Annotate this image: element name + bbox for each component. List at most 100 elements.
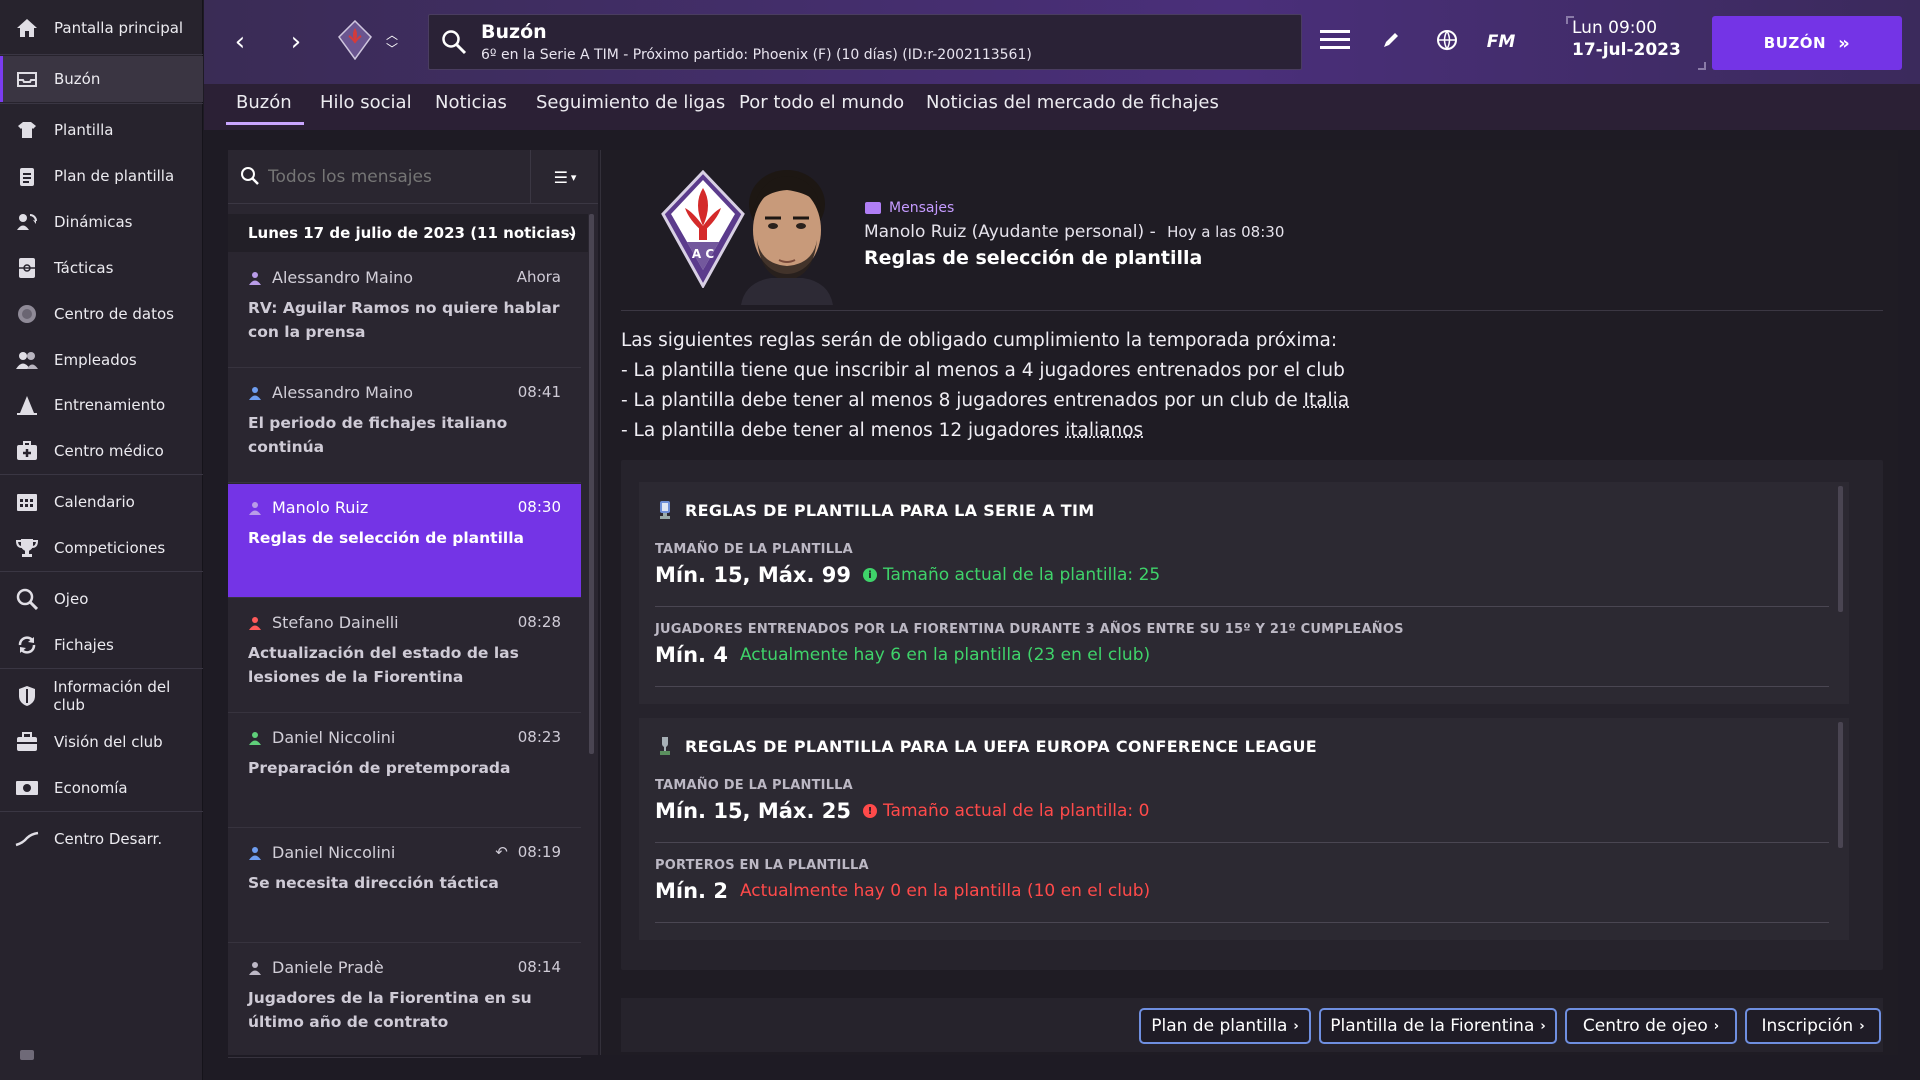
sidebar-item-training[interactable]: Entrenamiento	[0, 382, 203, 428]
nation-link-italy[interactable]: Italia	[1304, 390, 1350, 411]
squad-plan-button[interactable]: Plan de plantilla ›	[1139, 1008, 1311, 1044]
tab-inbox[interactable]: Buzón	[226, 92, 304, 130]
sidebar: Pantalla principal Buzón Plantilla Plan …	[0, 0, 203, 1080]
sidebar-item-home[interactable]: Pantalla principal	[0, 5, 203, 51]
message-list-item[interactable]: Alessandro Maino Ahora RV: Aguilar Ramos n…	[228, 254, 581, 368]
card-scrollbar[interactable]	[1838, 486, 1843, 612]
message-list-item[interactable]: Daniele Pradè 08:14 Jugadores de la Fioren…	[228, 944, 581, 1058]
time-text: 08:41	[517, 383, 561, 401]
message-list-item[interactable]: Daniel Niccolini ↶ 08:19 Se necesita direcc…	[228, 829, 581, 943]
message-list-item[interactable]: Manolo Ruiz 08:30 Reglas de selección de p…	[228, 484, 581, 598]
person-icon	[249, 731, 261, 745]
rule-value: Mín. 2 Actualmente hay 0 en la plantilla…	[655, 879, 1829, 903]
rule-label: PORTEROS EN LA PLANTILLA	[655, 858, 869, 873]
message-time: 08:28	[518, 613, 561, 631]
search-icon	[441, 29, 467, 55]
shirt-icon	[14, 119, 40, 141]
sidebar-item-club-info[interactable]: Información del club	[0, 673, 203, 719]
message-category[interactable]: Mensajes	[865, 200, 954, 216]
sidebar-item-finances[interactable]: Economía	[0, 765, 203, 811]
staff-icon	[14, 349, 40, 371]
rule-title-text: REGLAS DE PLANTILLA PARA LA SERIE A TIM	[685, 500, 1095, 520]
nationality-link-italian[interactable]: italianos	[1065, 420, 1143, 441]
day-group-header[interactable]: Lunes 17 de julio de 2023 (11 noticias) …	[228, 214, 588, 252]
medical-icon	[14, 440, 40, 462]
sidebar-item-data-hub[interactable]: Centro de datos	[0, 291, 203, 337]
fiorentina-squad-button[interactable]: Plantilla de la Fiorentina ›	[1319, 1008, 1557, 1044]
sidebar-item-label: Centro Desarr.	[54, 830, 163, 848]
tab-league-tracking[interactable]: Seguimiento de ligas	[536, 92, 725, 130]
sidebar-divider	[0, 103, 203, 104]
sidebar-item-medical[interactable]: Centro médico	[0, 428, 203, 474]
message-time: 08:14	[518, 958, 561, 976]
shield-icon	[14, 685, 39, 707]
tab-news[interactable]: Noticias	[435, 92, 507, 130]
global-search[interactable]: Buzón 6º en la Serie A TIM - Próximo par…	[428, 14, 1302, 70]
person-icon	[249, 846, 261, 860]
filter-list-icon: ☰	[553, 167, 568, 187]
reply-arrow-icon: ↶	[495, 843, 508, 861]
tab-transfer-news[interactable]: Noticias del mercado de fichajes	[926, 92, 1219, 130]
tab-around-world[interactable]: Por todo el mundo	[739, 92, 904, 130]
message-sender: Alessandro Maino	[248, 383, 413, 402]
sidebar-item-squad-plan[interactable]: Plan de plantilla	[0, 153, 203, 199]
sidebar-item-squad[interactable]: Plantilla	[0, 107, 203, 153]
club-badge-icon[interactable]	[338, 19, 372, 61]
menu-button[interactable]	[1318, 26, 1352, 58]
rule-status: Actualmente hay 0 en la plantilla (10 en…	[740, 881, 1150, 901]
forward-button[interactable]: ›	[284, 27, 308, 57]
rule-status-text: Tamaño actual de la plantilla: 0	[882, 801, 1150, 821]
sidebar-item-label: Información del club	[53, 678, 171, 714]
rule-status-text: Actualmente hay 6 en la plantilla (23 en…	[739, 645, 1151, 665]
edit-button[interactable]	[1374, 26, 1408, 58]
sidebar-item-competitions[interactable]: Competiciones	[0, 525, 203, 571]
scouting-centre-button[interactable]: Centro de ojeo ›	[1565, 1008, 1737, 1044]
sidebar-item-dynamics[interactable]: Dinámicas	[0, 199, 203, 245]
trophy-icon	[14, 537, 40, 559]
sidebar-item-tactics[interactable]: Tácticas	[0, 245, 203, 291]
sidebar-item-transfers[interactable]: Fichajes	[0, 622, 203, 668]
message-list-item[interactable]: Stefano Dainelli 08:28 Actualización del e…	[228, 599, 581, 713]
person-icon	[249, 961, 261, 975]
info-icon: i	[862, 568, 877, 582]
divider	[530, 150, 531, 204]
message-subject: Reglas de selección de plantilla	[864, 247, 1203, 269]
sidebar-item-scouting[interactable]: Ojeo	[0, 576, 203, 622]
finance-icon	[14, 777, 40, 799]
sidebar-item-label: Plan de plantilla	[54, 167, 175, 185]
back-button[interactable]: ‹	[228, 27, 252, 57]
continue-button[interactable]: BUZÓN »	[1712, 16, 1902, 70]
sender-name[interactable]: Manolo Ruiz (Ayudante personal)	[864, 222, 1144, 242]
message-search-input[interactable]	[268, 162, 518, 192]
message-detail: A C Mensajes Manolo Ruiz (Ayudante perso…	[600, 150, 1898, 1055]
sender-name: Daniel Niccolini	[272, 728, 396, 747]
tab-social-feed[interactable]: Hilo social	[320, 92, 412, 130]
button-label: Plan de plantilla	[1151, 1016, 1288, 1036]
list-scrollbar[interactable]	[589, 214, 594, 754]
sidebar-item-club-vision[interactable]: Visión del club	[0, 719, 203, 765]
sidebar-item-dev-centre[interactable]: Centro Desarr.	[0, 816, 203, 862]
message-list-panel: ☰▾ Lunes 17 de julio de 2023 (11 noticia…	[228, 150, 598, 1058]
chevron-right-icon: ›	[290, 27, 302, 57]
message-list-item[interactable]: Daniel Niccolini 08:23 Preparación de pret…	[228, 714, 581, 828]
pencil-icon	[1381, 30, 1401, 54]
filter-button[interactable]: ☰ ▾	[544, 164, 586, 190]
club-switcher[interactable]: ︿ ﹀	[384, 22, 400, 62]
sidebar-item-calendar[interactable]: Calendario	[0, 479, 203, 525]
registration-button[interactable]: Inscripción ›	[1745, 1008, 1881, 1044]
world-button[interactable]	[1430, 26, 1464, 58]
message-list-item[interactable]: Alessandro Maino 08:41 El periodo de ficha…	[228, 369, 581, 483]
sidebar-item-staff[interactable]: Empleados	[0, 337, 203, 383]
message-time: 08:41	[518, 383, 561, 401]
card-scrollbar[interactable]	[1838, 722, 1843, 848]
svg-text:A C: A C	[692, 247, 714, 261]
rule-status: i Tamaño actual de la plantilla: 25	[862, 565, 1160, 585]
clipboard-icon	[14, 165, 40, 187]
game-date[interactable]: Lun 09:00 17-jul-2023	[1566, 16, 1706, 70]
fm-menu-button[interactable]: FM	[1484, 26, 1518, 58]
rule-label: TAMAÑO DE LA PLANTILLA	[655, 542, 853, 557]
league-trophy-icon	[657, 736, 673, 756]
status-indicator-icon[interactable]	[20, 1050, 34, 1060]
sidebar-item-inbox[interactable]: Buzón	[0, 56, 203, 102]
body-line: - La plantilla tiene que inscribir al me…	[621, 360, 1345, 381]
